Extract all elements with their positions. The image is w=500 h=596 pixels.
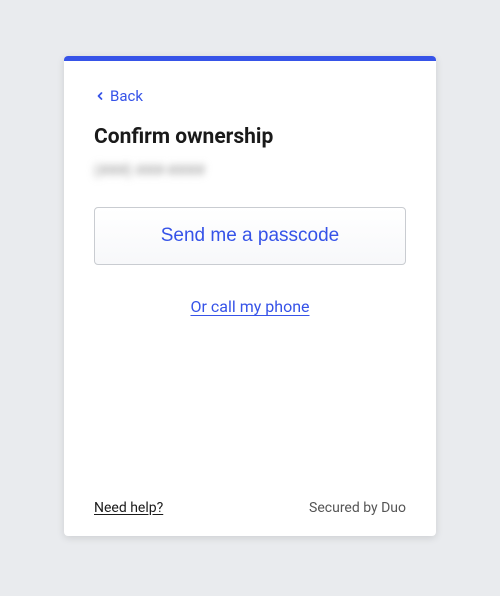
chevron-left-icon [94,90,106,102]
back-label: Back [110,87,143,105]
need-help-link[interactable]: Need help? [94,500,163,516]
send-passcode-button[interactable]: Send me a passcode [94,207,406,265]
page-title: Confirm ownership [94,125,406,149]
card-content: Back Confirm ownership (###) ###-#### Se… [64,61,436,482]
secured-by-label: Secured by Duo [309,500,406,516]
back-button[interactable]: Back [94,87,143,105]
call-phone-link[interactable]: Or call my phone [190,297,309,316]
phone-number-masked: (###) ###-#### [94,161,406,179]
auth-card: Back Confirm ownership (###) ###-#### Se… [64,56,436,536]
card-footer: Need help? Secured by Duo [64,482,436,536]
